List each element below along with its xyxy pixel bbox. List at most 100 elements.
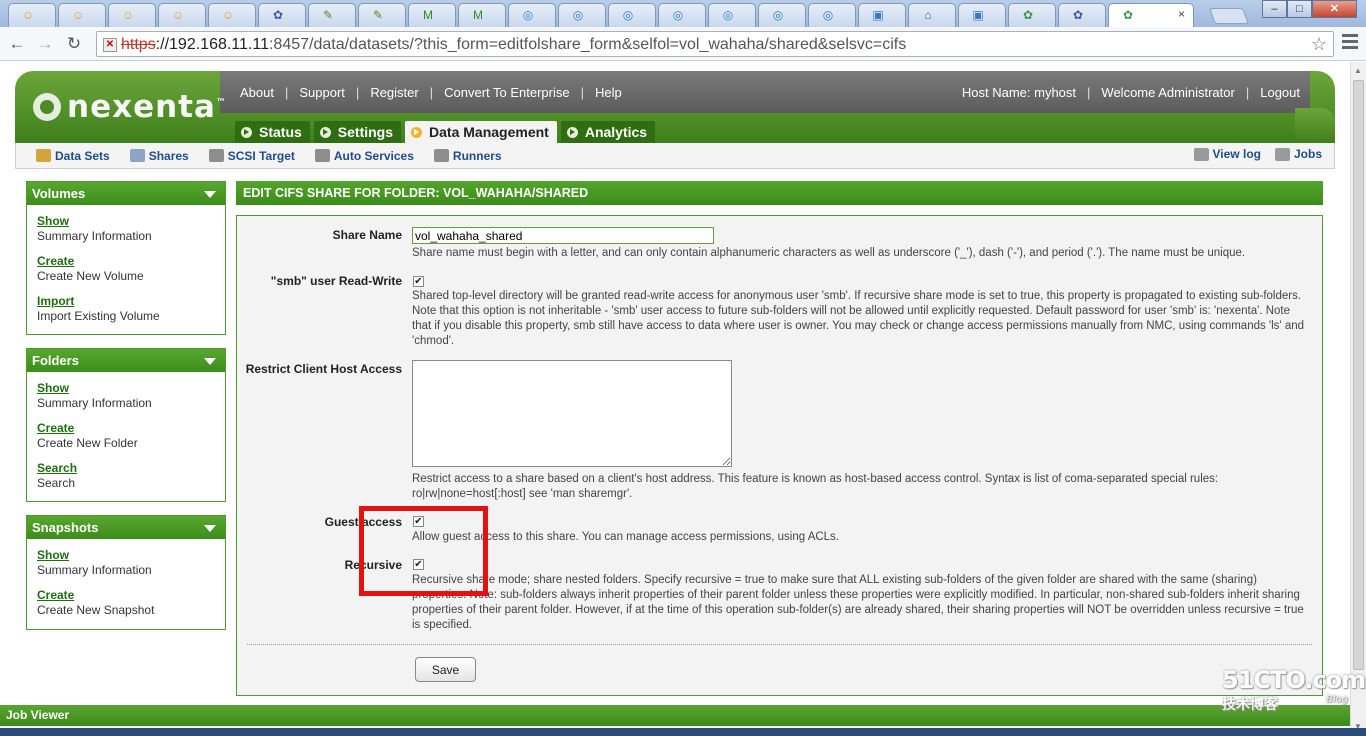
header-link-support[interactable]: Support: [299, 85, 345, 100]
tab-analytics[interactable]: Analytics: [560, 121, 656, 143]
sidebar-item: Search Search: [37, 461, 215, 491]
browser-tab[interactable]: ✿: [1008, 3, 1056, 27]
address-bar[interactable]: ✕ https://192.168.11.11:8457/data/datase…: [96, 31, 1334, 57]
logout-link[interactable]: Logout: [1260, 85, 1300, 100]
form-divider: [247, 644, 1312, 645]
scroll-thumb[interactable]: [1353, 80, 1364, 670]
sidebar-link-create[interactable]: Create: [37, 588, 215, 603]
sidebar-item-description: Summary Information: [37, 229, 152, 243]
tab-settings[interactable]: Settings: [313, 121, 402, 143]
header-link-convert-to-enterprise[interactable]: Convert To Enterprise: [444, 85, 570, 100]
subnav-auto-services[interactable]: Auto Services: [314, 148, 414, 163]
browser-tab[interactable]: ◎: [808, 3, 856, 27]
sidebar-panel-header[interactable]: Volumes: [27, 182, 225, 205]
header-link-about[interactable]: About: [240, 85, 274, 100]
browser-tab[interactable]: ☺: [8, 3, 56, 27]
tab-favicon-icon: ☺: [71, 8, 85, 22]
browser-tab[interactable]: ◎: [508, 3, 556, 27]
sidebar-link-show[interactable]: Show: [37, 548, 215, 563]
browser-tab[interactable]: ▣: [958, 3, 1006, 27]
tab-data-management[interactable]: Data Management: [405, 121, 557, 143]
back-arrow-icon[interactable]: ←: [6, 34, 28, 54]
browser-tab[interactable]: ◎: [708, 3, 756, 27]
tab-close-icon[interactable]: ×: [1178, 7, 1185, 21]
new-tab-button[interactable]: [1209, 8, 1249, 24]
sidebar-item-description: Summary Information: [37, 396, 152, 410]
sidebar-link-create[interactable]: Create: [37, 254, 215, 269]
sidebar-item: Show Summary Information: [37, 381, 215, 411]
page-viewport: nexenta™ About | Support | Register | Convert …: [0, 62, 1350, 736]
sidebar-item: Create Create New Folder: [37, 421, 215, 451]
browser-tab[interactable]: ▣: [858, 3, 906, 27]
sidebar-link-search[interactable]: Search: [37, 461, 215, 476]
save-button[interactable]: Save: [415, 657, 476, 682]
sidebar-panel-header[interactable]: Snapshots: [27, 516, 225, 539]
tab-favicon-icon: ▣: [972, 8, 984, 22]
main-nav-tabs: Status Settings Data Management Analytics: [235, 121, 659, 143]
subnav-view-log[interactable]: View log: [1193, 147, 1261, 161]
host-name-label: Host Name: myhost: [961, 85, 1077, 100]
restrict-hosts-label: Restrict Client Host Access: [245, 362, 402, 376]
sidebar-link-create[interactable]: Create: [37, 421, 215, 436]
header-link-help[interactable]: Help: [595, 85, 622, 100]
subnav-label: Auto Services: [333, 148, 414, 163]
tab-favicon-icon: ✎: [322, 8, 334, 22]
sidebar-link-import[interactable]: Import: [37, 294, 215, 309]
browser-tab[interactable]: ✎: [308, 3, 356, 27]
sidebar-link-show[interactable]: Show: [37, 381, 215, 396]
browser-menu-icon[interactable]: [1342, 34, 1358, 52]
reload-icon[interactable]: ↻: [63, 34, 85, 54]
sidebar-link-show[interactable]: Show: [37, 214, 215, 229]
minimize-button[interactable]: –: [1262, 0, 1287, 18]
browser-tab[interactable]: ☺: [158, 3, 206, 27]
tab-favicon-icon: ✿: [1072, 8, 1084, 22]
chevron-down-icon[interactable]: [204, 525, 216, 532]
tab-favicon-icon: M: [423, 8, 433, 22]
browser-tab[interactable]: ☺: [208, 3, 256, 27]
chevron-down-icon[interactable]: [204, 358, 216, 365]
tab-status[interactable]: Status: [235, 121, 310, 143]
subnav-data-sets[interactable]: Data Sets: [36, 149, 110, 163]
sidebar-item: Import Import Existing Volume: [37, 294, 215, 324]
url-host: ://192.168.11.11: [155, 36, 269, 53]
sidebar-panel-folders: Folders Show Summary Information Create Crea…: [26, 348, 226, 502]
nexenta-logo[interactable]: nexenta™: [33, 87, 227, 127]
scroll-up-arrow-icon[interactable]: ▲: [1354, 66, 1362, 75]
browser-tab[interactable]: ☺: [58, 3, 106, 27]
browser-tab[interactable]: ◎: [758, 3, 806, 27]
browser-tab[interactable]: ◎: [608, 3, 656, 27]
sub-toolbar: Data Sets Shares SCSI Target Auto Services R…: [15, 143, 1335, 169]
header-link-register[interactable]: Register: [370, 85, 418, 100]
sidebar-panel-header[interactable]: Folders: [27, 349, 225, 372]
chevron-down-icon[interactable]: [204, 191, 216, 198]
browser-tab[interactable]: ◎: [658, 3, 706, 27]
browser-tab-active[interactable]: ✿ ×: [1108, 3, 1194, 27]
sidebar-panel-title: Folders: [32, 353, 79, 368]
browser-tab[interactable]: ✿: [1058, 3, 1106, 27]
subnav-runners[interactable]: Runners: [433, 149, 502, 163]
forward-arrow-icon[interactable]: →: [34, 34, 56, 54]
browser-tab[interactable]: M: [408, 3, 456, 27]
subnav-scsi-target[interactable]: SCSI Target: [208, 149, 295, 163]
browser-tab[interactable]: M: [458, 3, 506, 27]
job-viewer-bar[interactable]: Job Viewer: [0, 705, 1350, 726]
browser-tab[interactable]: ◎: [558, 3, 606, 27]
subnav-jobs[interactable]: Jobs: [1274, 147, 1322, 161]
browser-tab[interactable]: ☺: [108, 3, 156, 27]
guest-access-help: Allow guest access to this share. You ca…: [412, 531, 840, 543]
maximize-button[interactable]: □: [1287, 0, 1312, 18]
subnav-shares[interactable]: Shares: [129, 149, 189, 163]
close-window-button[interactable]: ✕: [1312, 0, 1357, 18]
share-name-input[interactable]: [412, 227, 714, 244]
browser-tab[interactable]: ✿: [258, 3, 306, 27]
link-separator: |: [284, 85, 289, 100]
tab-favicon-icon: ◎: [822, 8, 834, 22]
smb-rw-checkbox[interactable]: ✔: [413, 276, 424, 287]
page-scrollbar[interactable]: ▲ ▼: [1350, 62, 1366, 736]
browser-tab[interactable]: ✎: [358, 3, 406, 27]
restrict-hosts-textarea[interactable]: [412, 360, 732, 467]
tab-favicon-icon: ☺: [221, 8, 235, 22]
browser-tab[interactable]: ⌂: [908, 3, 956, 27]
insecure-page-icon[interactable]: ✕: [103, 38, 117, 52]
bookmark-star-icon[interactable]: ☆: [1311, 34, 1327, 55]
